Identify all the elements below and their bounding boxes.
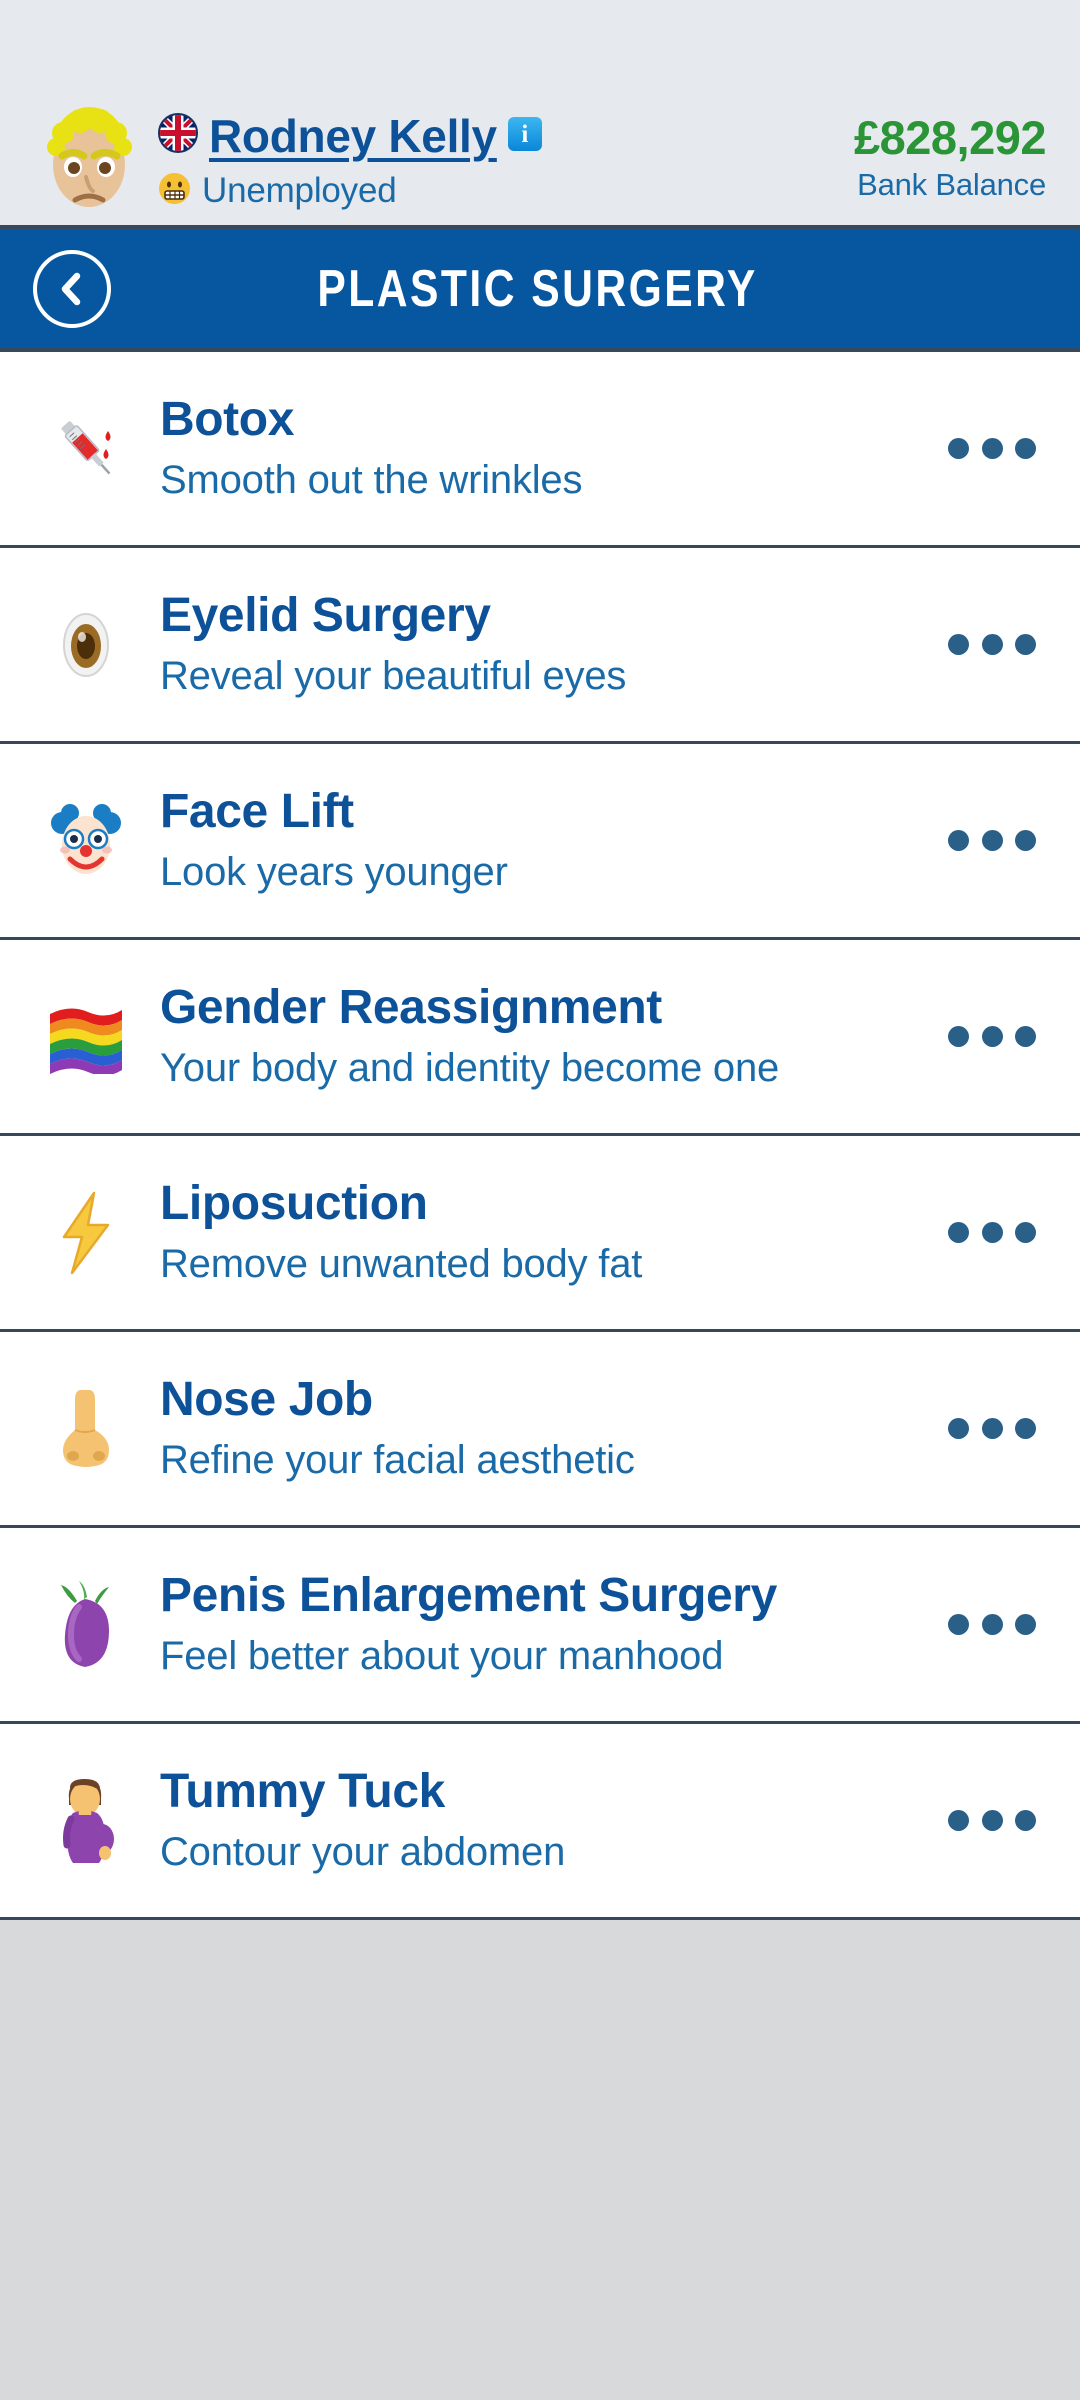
- overflow-menu-icon[interactable]: [944, 1810, 1040, 1831]
- player-name[interactable]: Rodney Kelly: [209, 109, 497, 163]
- page-title: PLASTIC SURGERY: [317, 259, 758, 318]
- rainbow-flag-icon: [30, 1000, 142, 1074]
- profile-status-bar: Rodney Kelly i Unemployed £828,292 Bank …: [0, 0, 1080, 225]
- overflow-menu-icon[interactable]: [944, 634, 1040, 655]
- list-item-title: Nose Job: [160, 1373, 373, 1427]
- overflow-menu-icon[interactable]: [944, 1418, 1040, 1439]
- list-item-text: Liposuction Remove unwanted body fat: [142, 1177, 944, 1288]
- avatar-face-icon: [47, 107, 132, 207]
- empty-area: [0, 1920, 1080, 2400]
- list-item-text: Eyelid Surgery Reveal your beautiful eye…: [142, 589, 944, 700]
- info-badge-icon[interactable]: i: [507, 117, 542, 151]
- job-line: Unemployed: [158, 171, 854, 211]
- list-item-subtitle: Smooth out the wrinkles: [160, 457, 583, 502]
- overflow-menu-icon[interactable]: [944, 438, 1040, 459]
- avatar[interactable]: [30, 99, 148, 217]
- list-item[interactable]: Botox Smooth out the wrinkles: [0, 352, 1080, 548]
- syringe-icon: [30, 409, 142, 489]
- overflow-menu-icon[interactable]: [944, 1614, 1040, 1635]
- overflow-menu-icon[interactable]: [944, 830, 1040, 851]
- list-item[interactable]: Penis Enlargement Surgery Feel better ab…: [0, 1528, 1080, 1724]
- bank-balance-label: Bank Balance: [857, 167, 1046, 203]
- pregnant-woman-icon: [30, 1775, 142, 1867]
- clown-face-icon: [30, 801, 142, 881]
- list-item-text: Penis Enlargement Surgery Feel better ab…: [142, 1569, 944, 1680]
- grimacing-face-icon: [158, 172, 191, 210]
- list-item-title: Gender Reassignment: [160, 981, 662, 1035]
- list-item-text: Nose Job Refine your facial aesthetic: [142, 1373, 944, 1484]
- bank-balance-amount: £828,292: [853, 110, 1047, 164]
- list-item-subtitle: Feel better about your manhood: [160, 1633, 724, 1678]
- list-item-text: Gender Reassignment Your body and identi…: [142, 981, 944, 1092]
- high-voltage-icon: [30, 1191, 142, 1275]
- eggplant-icon: [30, 1579, 142, 1671]
- bank-balance-block[interactable]: £828,292 Bank Balance: [853, 110, 1047, 204]
- list-item-title: Eyelid Surgery: [160, 589, 491, 643]
- page-header: PLASTIC SURGERY: [0, 225, 1080, 352]
- profile-summary: Rodney Kelly i Unemployed £828,292 Bank …: [0, 99, 1080, 217]
- app-screen: Rodney Kelly i Unemployed £828,292 Bank …: [0, 0, 1080, 2400]
- identity-block: Rodney Kelly i Unemployed: [152, 105, 854, 211]
- list-item-title: Liposuction: [160, 1177, 428, 1231]
- list-item-text: Face Lift Look years younger: [142, 785, 944, 896]
- list-item-title: Botox: [160, 393, 294, 447]
- overflow-menu-icon[interactable]: [944, 1222, 1040, 1243]
- list-item-text: Tummy Tuck Contour your abdomen: [142, 1765, 944, 1876]
- list-item-title: Face Lift: [160, 785, 354, 839]
- list-item[interactable]: Face Lift Look years younger: [0, 744, 1080, 940]
- united-kingdom-flag-icon: [158, 112, 198, 160]
- eye-icon: [30, 606, 142, 684]
- list-item-title: Penis Enlargement Surgery: [160, 1569, 777, 1623]
- list-item[interactable]: Nose Job Refine your facial aesthetic: [0, 1332, 1080, 1528]
- overflow-menu-icon[interactable]: [944, 1026, 1040, 1047]
- list-item-title: Tummy Tuck: [160, 1765, 445, 1819]
- list-item[interactable]: Eyelid Surgery Reveal your beautiful eye…: [0, 548, 1080, 744]
- job-status: Unemployed: [202, 171, 397, 210]
- list-item[interactable]: Liposuction Remove unwanted body fat: [0, 1136, 1080, 1332]
- nose-icon: [30, 1386, 142, 1472]
- list-item-text: Botox Smooth out the wrinkles: [142, 393, 944, 504]
- list-item-subtitle: Refine your facial aesthetic: [160, 1437, 635, 1482]
- name-line: Rodney Kelly i: [158, 105, 854, 167]
- list-item-subtitle: Reveal your beautiful eyes: [160, 653, 627, 698]
- list-item[interactable]: Gender Reassignment Your body and identi…: [0, 940, 1080, 1136]
- list-item-subtitle: Your body and identity become one: [160, 1045, 780, 1090]
- list-item-subtitle: Remove unwanted body fat: [160, 1241, 643, 1286]
- surgery-list: Botox Smooth out the wrinkles Eyelid Sur…: [0, 352, 1080, 1920]
- list-item-subtitle: Look years younger: [160, 849, 508, 894]
- list-item[interactable]: Tummy Tuck Contour your abdomen: [0, 1724, 1080, 1920]
- chevron-left-icon: [61, 272, 81, 305]
- list-item-subtitle: Contour your abdomen: [160, 1829, 566, 1874]
